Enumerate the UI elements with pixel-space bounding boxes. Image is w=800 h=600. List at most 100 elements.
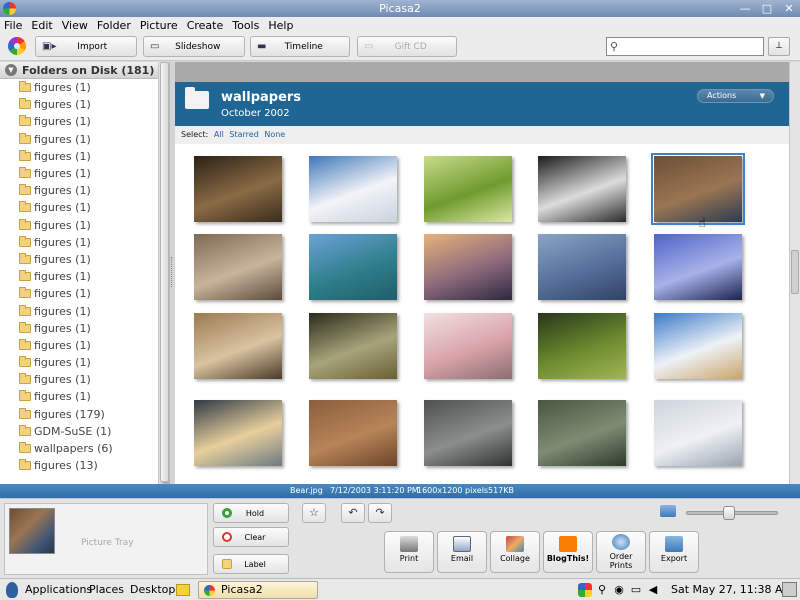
thumbnail-rocky-shore[interactable] <box>654 234 742 300</box>
folder-item[interactable]: figures (1) <box>0 234 158 251</box>
library-scrollbar-thumb[interactable] <box>791 250 799 294</box>
thumbnail-turtle[interactable] <box>309 313 397 379</box>
select-starred-link[interactable]: Starred <box>229 130 258 139</box>
import-button[interactable]: ▣▸ Import <box>35 36 137 57</box>
splitter-grip-icon[interactable] <box>171 257 174 287</box>
timeline-button[interactable]: ▬ Timeline <box>250 36 350 57</box>
thumbnail-gray-camo[interactable] <box>424 400 512 466</box>
folder-item[interactable]: figures (1) <box>0 302 158 319</box>
network-icon[interactable]: ◉ <box>612 583 626 597</box>
folder-panel-scrollbar[interactable] <box>158 62 169 484</box>
thumbnail-blue-mountains[interactable] <box>538 234 626 300</box>
star-button[interactable]: ☆ <box>302 503 326 523</box>
search-box[interactable]: ⚲ <box>606 37 764 56</box>
thumbnail-lake-sunset[interactable] <box>194 156 282 222</box>
folder-item[interactable]: figures (179) <box>0 406 158 423</box>
folder-item[interactable]: GDM-SuSE (1) <box>0 423 158 440</box>
rotate-left-button[interactable]: ↶ <box>341 503 365 523</box>
rotate-right-button[interactable]: ↷ <box>368 503 392 523</box>
folder-item[interactable]: figures (1) <box>0 131 158 148</box>
select-all-link[interactable]: All <box>214 130 224 139</box>
places-menu[interactable]: Places <box>89 583 124 596</box>
monitor-icon[interactable]: ▭ <box>629 583 643 597</box>
order-prints-button[interactable]: Order Prints <box>596 531 646 573</box>
folder-item[interactable]: figures (1) <box>0 388 158 405</box>
folder-item[interactable]: figures (1) <box>0 96 158 113</box>
notes-icon[interactable] <box>176 584 190 596</box>
volume-icon[interactable]: ◀ <box>646 583 660 597</box>
collapse-icon[interactable]: ▼ <box>5 64 17 76</box>
folder-item[interactable]: figures (1) <box>0 320 158 337</box>
thumbnail-gdm-logo[interactable] <box>654 400 742 466</box>
menu-create[interactable]: Create <box>187 19 224 32</box>
picasa-tray-icon[interactable] <box>578 583 592 597</box>
folder-panel-scrollbar-thumb[interactable] <box>160 62 169 482</box>
thumbnail-monkey[interactable] <box>538 156 626 222</box>
picture-tray[interactable]: Picture Tray <box>4 503 208 575</box>
folder-item[interactable]: figures (1) <box>0 337 158 354</box>
folder-item[interactable]: figures (1) <box>0 285 158 302</box>
menu-file[interactable]: File <box>4 19 22 32</box>
folder-item[interactable]: wallpapers (6) <box>0 440 158 457</box>
show-desktop-icon[interactable] <box>782 582 797 597</box>
close-icon[interactable]: ✕ <box>782 0 796 17</box>
folders-on-disk-header[interactable]: ▼ Folders on Disk (181) <box>0 62 158 79</box>
taskbar-picasa-task[interactable]: Picasa2 <box>198 581 318 599</box>
folder-item[interactable]: figures (1) <box>0 79 158 96</box>
thumbnail-wolf[interactable] <box>194 313 282 379</box>
menu-edit[interactable]: Edit <box>31 19 52 32</box>
folder-item[interactable]: figures (1) <box>0 268 158 285</box>
thumbnail-brown-texture[interactable] <box>309 400 397 466</box>
thumbnail-bear[interactable] <box>651 153 745 225</box>
export-button[interactable]: Export <box>649 531 699 573</box>
minimize-icon[interactable]: — <box>738 0 752 17</box>
maximize-icon[interactable]: □ <box>760 0 774 17</box>
folder-item[interactable]: figures (1) <box>0 113 158 130</box>
email-button[interactable]: Email <box>437 531 487 573</box>
library-scrollbar[interactable] <box>789 62 800 484</box>
print-button[interactable]: Print <box>384 531 434 573</box>
thumbnail-green-marble[interactable] <box>538 400 626 466</box>
thumbnail-above-clouds[interactable] <box>194 400 282 466</box>
folder-item[interactable]: figures (1) <box>0 182 158 199</box>
thumbnail-church-lake[interactable] <box>309 234 397 300</box>
thumbnail-green-leaf[interactable] <box>424 156 512 222</box>
label-button[interactable]: Label <box>213 554 289 574</box>
folder-item[interactable]: figures (1) <box>0 354 158 371</box>
zoom-slider[interactable] <box>686 506 778 520</box>
thumbnail-mountain-dusk[interactable] <box>424 234 512 300</box>
folder-item[interactable]: figures (1) <box>0 165 158 182</box>
collage-button[interactable]: Collage <box>490 531 540 573</box>
gift-cd-button[interactable]: ▭ Gift CD <box>357 36 457 57</box>
actions-dropdown[interactable]: Actions ▼ <box>697 89 774 103</box>
hold-button[interactable]: Hold <box>213 503 289 523</box>
blogthis-button[interactable]: BlogThis! <box>543 531 593 573</box>
menu-folder[interactable]: Folder <box>97 19 131 32</box>
desktop-menu[interactable]: Desktop <box>130 583 175 596</box>
menu-tools[interactable]: Tools <box>232 19 259 32</box>
zoom-slider-knob[interactable] <box>723 506 735 520</box>
magnifier-icon[interactable]: ⚲ <box>595 583 609 597</box>
thumbnail-sea-lions[interactable] <box>194 234 282 300</box>
applications-menu[interactable]: Applications <box>25 583 92 596</box>
tray-thumbnail[interactable] <box>9 508 55 554</box>
folder-item[interactable]: figures (1) <box>0 217 158 234</box>
folder-item[interactable]: figures (1) <box>0 199 158 216</box>
folder-item[interactable]: figures (13) <box>0 457 158 474</box>
thumbnail-cherry-blossoms[interactable] <box>424 313 512 379</box>
thumbnail-snow-cabin[interactable] <box>309 156 397 222</box>
picasa-logo-icon[interactable] <box>8 37 26 55</box>
folder-item[interactable]: figures (1) <box>0 251 158 268</box>
gnome-foot-icon[interactable] <box>6 582 18 598</box>
clock[interactable]: Sat May 27, 11:38 AM <box>671 583 792 596</box>
menu-view[interactable]: View <box>62 19 88 32</box>
menu-help[interactable]: Help <box>268 19 293 32</box>
folder-item[interactable]: figures (1) <box>0 371 158 388</box>
menu-picture[interactable]: Picture <box>140 19 178 32</box>
thumbnail-beach-clouds[interactable] <box>654 313 742 379</box>
folder-item[interactable]: figures (1) <box>0 148 158 165</box>
select-none-link[interactable]: None <box>264 130 285 139</box>
thumbnail-forest-meadow[interactable] <box>538 313 626 379</box>
album-title[interactable]: wallpapers <box>221 90 301 105</box>
clear-button[interactable]: Clear <box>213 527 289 547</box>
